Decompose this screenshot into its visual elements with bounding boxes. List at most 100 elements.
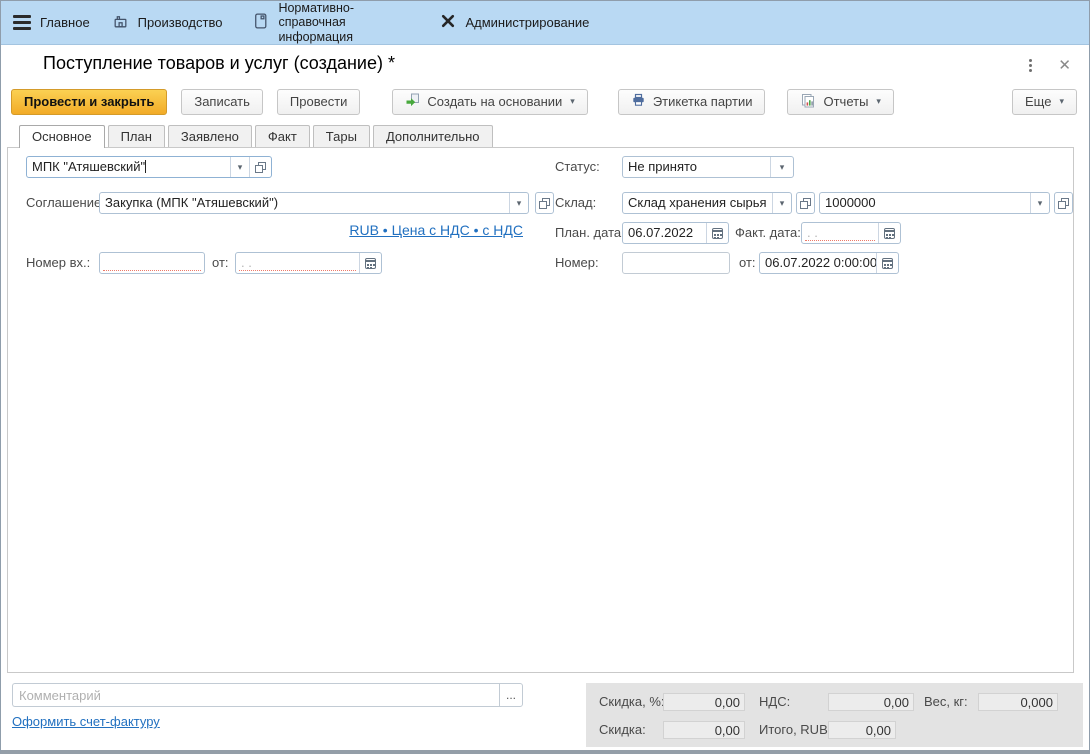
warehouse-cell-value: 1000000 — [820, 193, 1030, 213]
counterparty-dropdown-icon[interactable] — [230, 157, 249, 177]
more-button[interactable]: Еще ▾ — [1012, 89, 1077, 115]
post-and-close-button[interactable]: Провести и закрыть — [11, 89, 167, 115]
warehouse-value: Склад хранения сырья — [623, 193, 772, 213]
counterparty-open-button[interactable] — [249, 157, 271, 177]
open-icon — [1058, 198, 1069, 209]
hamburger-icon — [13, 15, 31, 30]
incoming-number-field[interactable] — [99, 252, 205, 274]
printer-icon — [631, 93, 653, 110]
chevron-down-icon: ▾ — [1059, 96, 1064, 107]
factory-icon — [112, 13, 129, 33]
calendar-glyph — [884, 228, 895, 239]
page-title: Поступление товаров и услуг (создание) * — [43, 53, 395, 74]
fact-date-value: . . — [802, 223, 878, 243]
close-icon[interactable]: ✕ — [1058, 58, 1071, 73]
menu-label: Производство — [138, 15, 223, 30]
agreement-open-button[interactable] — [535, 192, 554, 214]
vat-value: 0,00 — [828, 693, 914, 711]
totals-panel: Скидка, %: 0,00 НДС: 0,00 Вес, кг: 0,000… — [586, 683, 1083, 747]
menu-item-main[interactable]: Главное — [13, 15, 90, 30]
number-label: Номер: — [555, 252, 599, 274]
counterparty-value: МПК "Атяшевский" — [27, 157, 230, 177]
incoming-from-label: от: — [212, 252, 229, 274]
calendar-icon[interactable] — [706, 223, 728, 243]
incoming-number-value — [100, 253, 204, 273]
chevron-down-icon: ▾ — [570, 96, 575, 107]
document-icon — [252, 12, 269, 33]
reports-label: Отчеты — [823, 94, 868, 109]
save-button[interactable]: Записать — [181, 89, 263, 115]
warehouse-open-button[interactable] — [796, 192, 815, 214]
warehouse-cell-dropdown-icon[interactable] — [1030, 193, 1049, 213]
counterparty-field[interactable]: МПК "Атяшевский" — [26, 156, 272, 178]
plan-date-field[interactable]: 06.07.2022 — [622, 222, 729, 244]
open-icon — [255, 162, 266, 173]
status-label: Статус: — [555, 156, 600, 178]
agreement-label: Соглашение: — [26, 192, 105, 214]
batch-label-label: Этикетка партии — [653, 94, 753, 109]
open-icon — [800, 198, 811, 209]
tab-containers[interactable]: Тары — [313, 125, 370, 147]
number-field[interactable] — [622, 252, 730, 274]
calendar-glyph — [365, 258, 376, 269]
warehouse-cell-open-button[interactable] — [1054, 192, 1073, 214]
weight-label: Вес, кг: — [924, 692, 968, 712]
reports-button[interactable]: Отчеты ▾ — [787, 89, 893, 115]
status-value: Не принято — [623, 157, 770, 177]
tab-additional[interactable]: Дополнительно — [373, 125, 493, 147]
discount-pct-value: 0,00 — [663, 693, 745, 711]
comment-more-button[interactable]: ... — [499, 683, 523, 707]
more-options-icon[interactable] — [1027, 57, 1034, 74]
create-based-on-button[interactable]: Создать на основании ▾ — [392, 89, 587, 115]
price-terms-link[interactable]: RUB • Цена с НДС • с НДС — [349, 222, 523, 238]
calendar-icon[interactable] — [876, 253, 898, 273]
agreement-field[interactable]: Закупка (МПК "Атяшевский") — [99, 192, 529, 214]
incoming-date-field[interactable]: . . — [235, 252, 382, 274]
text-caret — [145, 160, 146, 173]
menu-label: Нормативно-справочная информация — [278, 1, 410, 44]
total-value: 0,00 — [828, 721, 896, 739]
warehouse-field[interactable]: Склад хранения сырья — [622, 192, 792, 214]
create-invoice-link[interactable]: Оформить счет-фактуру — [12, 714, 160, 729]
calendar-icon[interactable] — [878, 223, 900, 243]
fact-date-label: Факт. дата: — [735, 222, 801, 244]
tools-icon — [440, 13, 456, 32]
tab-main[interactable]: Основное — [19, 125, 105, 148]
tab-strip: Основное План Заявлено Факт Тары Дополни… — [19, 125, 496, 148]
plan-date-value: 06.07.2022 — [623, 223, 706, 243]
batch-label-button[interactable]: Этикетка партии — [618, 89, 766, 115]
discount-value: 0,00 — [663, 721, 745, 739]
vat-label: НДС: — [759, 692, 790, 712]
incoming-number-label: Номер вх.: — [26, 252, 90, 274]
number-datetime-field[interactable]: 06.07.2022 0:00:00 — [759, 252, 899, 274]
menu-item-administration[interactable]: Администрирование — [440, 13, 589, 32]
menu-label: Главное — [40, 15, 90, 30]
post-button[interactable]: Провести — [277, 89, 361, 115]
menu-label: Администрирование — [465, 15, 589, 30]
post-label: Провести — [290, 94, 348, 109]
chevron-down-icon: ▾ — [876, 96, 881, 107]
create-based-on-label: Создать на основании — [427, 94, 562, 109]
tab-declared[interactable]: Заявлено — [168, 125, 252, 147]
save-label: Записать — [194, 94, 250, 109]
warehouse-cell-field[interactable]: 1000000 — [819, 192, 1050, 214]
discount-label: Скидка: — [599, 720, 646, 740]
agreement-dropdown-icon[interactable] — [509, 193, 528, 213]
menu-item-production[interactable]: Производство — [112, 13, 223, 33]
calendar-glyph — [712, 228, 723, 239]
tab-fact[interactable]: Факт — [255, 125, 310, 147]
fact-date-field[interactable]: . . — [801, 222, 901, 244]
main-menu-bar: Главное Производство Нормативно-справочн… — [1, 1, 1089, 45]
comment-input[interactable] — [12, 683, 499, 707]
toolbar: Провести и закрыть Записать Провести Соз… — [11, 88, 1077, 115]
status-field[interactable]: Не принято — [622, 156, 794, 178]
warehouse-dropdown-icon[interactable] — [772, 193, 791, 213]
status-dropdown-icon[interactable] — [770, 157, 793, 177]
agreement-value: Закупка (МПК "Атяшевский") — [100, 193, 509, 213]
report-chart-icon — [800, 93, 823, 111]
tab-plan[interactable]: План — [108, 125, 165, 147]
calendar-icon[interactable] — [359, 253, 381, 273]
menu-item-master-data[interactable]: Нормативно-справочная информация — [252, 1, 410, 44]
open-icon — [539, 198, 550, 209]
more-label: Еще — [1025, 94, 1051, 109]
